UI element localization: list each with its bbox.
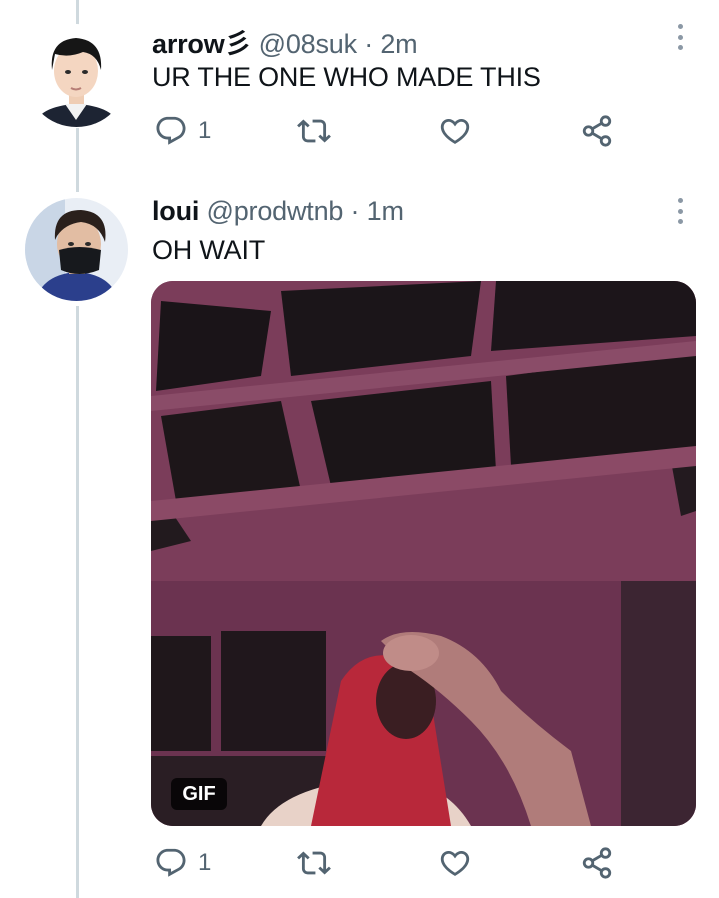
thread-line [76,128,79,192]
separator-dot: · [350,196,360,226]
reply-count: 1 [198,117,212,144]
user-handle[interactable]: @08suk [259,29,357,59]
timestamp[interactable]: 2m [380,29,417,59]
share-button[interactable] [580,114,614,148]
retweet-icon [297,114,331,148]
avatar[interactable] [25,24,128,127]
reply-button[interactable]: 1 [154,114,211,148]
tweet-actions: 1 [150,114,620,154]
share-icon [580,846,614,880]
tweet-actions: 1 [150,846,620,886]
retweet-icon [297,846,331,880]
tweet-header: loui @prodwtnb · 1m [152,196,404,227]
retweet-button[interactable] [297,114,331,148]
tweet-header: arrow彡 @08suk · 2m [152,22,418,61]
thread-line [76,0,79,26]
retweet-button[interactable] [297,846,331,880]
avatar[interactable] [25,198,128,301]
reply-count: 1 [198,849,212,876]
like-button[interactable] [438,114,472,148]
user-handle[interactable]: @prodwtnb [207,196,344,226]
reply-button[interactable]: 1 [154,846,211,880]
gif-media[interactable]: GIF [151,281,696,826]
display-name[interactable]: arrow彡 [152,29,252,59]
more-vertical-icon[interactable] [670,22,690,52]
reply-icon [154,846,188,880]
like-button[interactable] [438,846,472,880]
reply-icon [154,114,188,148]
thread-line [76,306,79,898]
tweet-text: UR THE ONE WHO MADE THIS [152,62,541,92]
share-icon [580,114,614,148]
share-button[interactable] [580,846,614,880]
separator-dot: · [364,29,374,59]
gif-badge: GIF [171,778,227,810]
timestamp[interactable]: 1m [367,196,404,226]
heart-icon [438,114,472,148]
heart-icon [438,846,472,880]
more-vertical-icon[interactable] [670,196,690,226]
tweet-text: OH WAIT [152,235,266,265]
display-name[interactable]: loui [152,196,199,226]
